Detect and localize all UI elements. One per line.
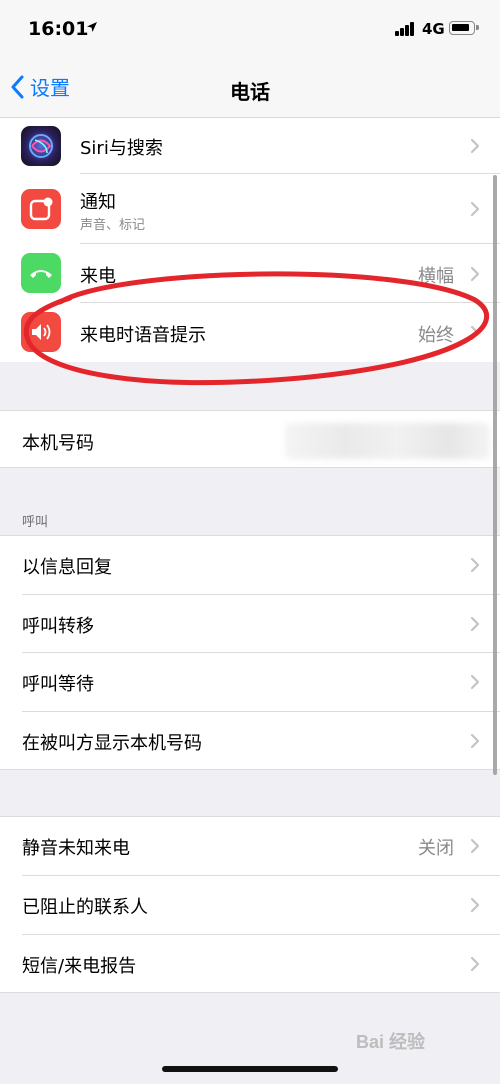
- chevron-right-icon: [470, 956, 480, 972]
- list-item-sms-call-reporting[interactable]: 短信/来电报告: [0, 935, 500, 992]
- chevron-right-icon: [470, 557, 480, 573]
- list-item-incoming-calls[interactable]: 来电 横幅: [0, 244, 500, 303]
- chevron-right-icon: [470, 325, 480, 341]
- list-item-value: 横幅: [418, 266, 454, 287]
- redacted-phone-number: [285, 423, 490, 459]
- chevron-right-icon: [470, 138, 480, 154]
- announce-calls-icon: [21, 312, 61, 352]
- chevron-right-icon: [470, 266, 480, 282]
- list-item-label: 来电: [80, 266, 116, 287]
- list-item-notifications[interactable]: 通知 声音、标记: [0, 174, 500, 244]
- list-item-value: 始终: [418, 325, 454, 346]
- section-header-calls: 呼叫: [22, 515, 49, 530]
- list-item-label: 通知: [80, 192, 116, 213]
- chevron-right-icon: [470, 897, 480, 913]
- list-item-label: 呼叫转移: [22, 616, 94, 637]
- list-item-siri[interactable]: Siri与搜索: [0, 118, 500, 174]
- watermark: Bai 经验: [356, 1032, 426, 1052]
- calls-group: 以信息回复 呼叫转移 呼叫等待 在被叫方显示本机号码: [0, 535, 500, 770]
- network-type: 4G: [422, 20, 445, 38]
- list-item-reply-with-message[interactable]: 以信息回复: [0, 536, 500, 595]
- siri-icon: [21, 126, 61, 166]
- battery-icon: [449, 21, 479, 35]
- apps-group: Siri与搜索 通知 声音、标记 来电 横幅 来电时语音提示 始终: [0, 118, 500, 362]
- chevron-right-icon: [470, 201, 480, 217]
- list-item-label: 静音未知来电: [22, 838, 130, 859]
- list-item-call-waiting[interactable]: 呼叫等待: [0, 653, 500, 712]
- list-item-label: 呼叫等待: [22, 674, 94, 695]
- list-item-call-forwarding[interactable]: 呼叫转移: [0, 595, 500, 653]
- silence-group: 静音未知来电 关闭 已阻止的联系人 短信/来电报告: [0, 816, 500, 993]
- status-bar: 16:01 4G: [0, 0, 500, 60]
- list-item-label: Siri与搜索: [80, 138, 163, 159]
- list-item-label: 以信息回复: [22, 557, 112, 578]
- list-item-blocked-contacts[interactable]: 已阻止的联系人: [0, 876, 500, 935]
- list-item-label: 本机号码: [22, 433, 94, 454]
- list-item-label: 来电时语音提示: [80, 325, 206, 346]
- list-item-label: 已阻止的联系人: [22, 897, 148, 918]
- list-item-label: 短信/来电报告: [22, 956, 137, 977]
- chevron-right-icon: [470, 733, 480, 749]
- list-item-silence-unknown-callers[interactable]: 静音未知来电 关闭: [0, 817, 500, 876]
- navigation-bar: 设置 电话: [0, 60, 500, 118]
- chevron-right-icon: [470, 674, 480, 690]
- notifications-icon: [21, 189, 61, 229]
- incoming-call-icon: [21, 253, 61, 293]
- list-item-value: 关闭: [418, 838, 454, 859]
- list-item-subtitle: 声音、标记: [80, 218, 146, 233]
- page-title: 电话: [230, 80, 270, 104]
- list-item-label: 在被叫方显示本机号码: [22, 733, 202, 754]
- list-item-announce-calls[interactable]: 来电时语音提示 始终: [0, 303, 500, 362]
- list-item-show-caller-id[interactable]: 在被叫方显示本机号码: [0, 712, 500, 769]
- scroll-indicator: [493, 175, 497, 775]
- home-indicator[interactable]: [162, 1066, 338, 1072]
- chevron-right-icon: [470, 616, 480, 632]
- location-arrow-icon: [87, 22, 97, 32]
- cellular-signal-icon: [395, 22, 417, 36]
- chevron-right-icon: [470, 838, 480, 854]
- status-time: 16:01: [28, 18, 89, 40]
